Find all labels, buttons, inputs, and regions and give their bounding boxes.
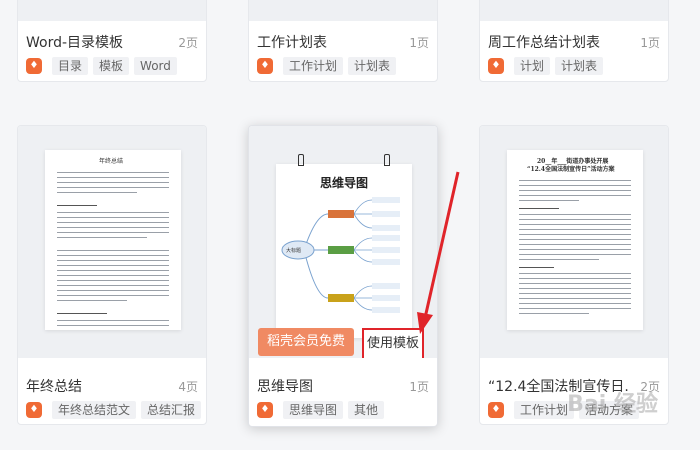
template-tag[interactable]: 总结汇报 xyxy=(141,401,202,419)
clip-icon xyxy=(384,154,390,166)
template-tag[interactable]: 工作计划 xyxy=(514,401,575,419)
template-thumbnail: 年终总结 xyxy=(18,126,206,358)
template-tag[interactable]: 目录 xyxy=(52,57,89,75)
document-preview: 年终总结 xyxy=(45,150,181,330)
template-thumbnail xyxy=(480,0,668,21)
template-title: 思维导图 xyxy=(257,379,313,395)
watermark: Bai 经验 xyxy=(567,392,658,417)
template-card-weekly-summary[interactable]: 周工作总结计划表 1页 ♦ 计划 计划表 xyxy=(479,0,669,82)
mind-map-diagram xyxy=(281,197,400,313)
template-pages: 1页 xyxy=(640,36,660,50)
template-title: Word-目录模板 xyxy=(26,35,124,51)
mind-map-center-label: 大标题 xyxy=(286,248,302,254)
template-tag[interactable]: 年终总结范文 xyxy=(52,401,137,419)
template-tag[interactable]: 模板 xyxy=(93,57,130,75)
template-tag[interactable]: 计划表 xyxy=(348,57,397,75)
template-tag[interactable]: Word xyxy=(134,57,177,75)
template-pages: 1页 xyxy=(409,36,429,50)
template-title: 周工作总结计划表 xyxy=(488,35,600,51)
document-preview: 20__年___街道办事处开展 “12.4全国法制宣传日”活动方案 xyxy=(507,150,643,330)
document-subtitle: “12.4全国法制宣传日”活动方案 xyxy=(527,166,615,173)
template-title: 年终总结 xyxy=(26,379,82,395)
template-tag[interactable]: 计划表 xyxy=(555,57,604,75)
docer-icon: ♦ xyxy=(488,58,504,74)
template-pages: 2页 xyxy=(178,36,198,50)
template-card-work-plan[interactable]: 工作计划表 1页 ♦ 工作计划 计划表 xyxy=(248,0,438,82)
clip-icon xyxy=(298,154,304,166)
template-title: 工作计划表 xyxy=(257,35,327,51)
docer-icon: ♦ xyxy=(257,402,273,418)
docer-icon: ♦ xyxy=(26,402,42,418)
docer-icon: ♦ xyxy=(257,58,273,74)
docer-icon: ♦ xyxy=(26,58,42,74)
template-pages: 4页 xyxy=(178,380,198,394)
template-tag[interactable]: 思维导图 xyxy=(283,401,344,419)
template-card-mind-map[interactable]: 思维导图 大标题 稻壳会员免费 使用模板 思维导图 1页 ♦ 思维导图 其他 xyxy=(248,125,438,427)
template-thumbnail: 思维导图 大标题 稻壳会员免费 使用模板 xyxy=(249,126,437,358)
template-thumbnail: 20__年___街道办事处开展 “12.4全国法制宣传日”活动方案 xyxy=(480,126,668,358)
use-template-button[interactable]: 使用模板 xyxy=(362,328,424,358)
template-thumbnail xyxy=(249,0,437,21)
template-card-year-end-summary[interactable]: 年终总结 年终总结 4页 ♦ 年终总结范文 总结汇报 xyxy=(17,125,207,425)
template-thumbnail xyxy=(18,0,206,21)
template-card-legal-day-plan[interactable]: 20__年___街道办事处开展 “12.4全国法制宣传日”活动方案 “12.4全… xyxy=(479,125,669,425)
docer-icon: ♦ xyxy=(488,402,504,418)
mind-map-preview: 思维导图 大标题 xyxy=(276,154,412,338)
template-pages: 1页 xyxy=(409,380,429,394)
template-tag[interactable]: 工作计划 xyxy=(283,57,344,75)
mind-map-title: 思维导图 xyxy=(319,176,368,190)
template-tag[interactable]: 计划 xyxy=(514,57,551,75)
template-card-word-toc[interactable]: Word-目录模板 2页 ♦ 目录 模板 Word xyxy=(17,0,207,82)
member-free-button[interactable]: 稻壳会员免费 xyxy=(258,328,354,356)
document-title: 年终总结 xyxy=(99,158,124,165)
template-tag[interactable]: 其他 xyxy=(348,401,385,419)
